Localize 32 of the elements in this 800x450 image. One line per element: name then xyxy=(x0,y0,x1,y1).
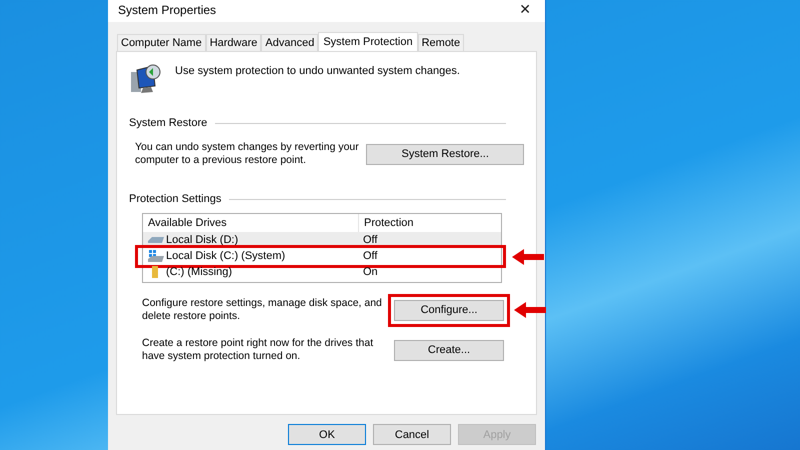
system-restore-button[interactable]: System Restore... xyxy=(366,144,524,164)
tab[interactable]: System Protection xyxy=(318,32,418,51)
drive-name: (C:) (Missing) xyxy=(166,266,232,278)
dialog-button[interactable]: Cancel xyxy=(373,424,451,445)
protection-status: Off xyxy=(362,250,378,262)
dialog-button[interactable]: OK xyxy=(288,424,366,445)
intro-text: Use system protection to undo unwanted system changes. xyxy=(175,65,460,77)
tab[interactable]: Hardware xyxy=(206,34,262,51)
arrow-icon xyxy=(512,249,544,265)
group-heading: Protection Settings xyxy=(129,193,222,205)
tab[interactable]: Computer Name xyxy=(117,34,206,51)
drive-name: Local Disk (C:) (System) xyxy=(166,250,286,262)
protection-status: Off xyxy=(362,234,378,246)
computer-shield-icon xyxy=(129,62,163,96)
tab[interactable]: Advanced xyxy=(261,34,318,51)
drive-icon xyxy=(148,235,164,245)
system-drive-icon xyxy=(148,250,164,262)
group-heading: System Restore xyxy=(129,117,208,129)
protection-status: On xyxy=(362,266,378,278)
drive-name: Local Disk (D:) xyxy=(166,234,238,246)
description-text: Configure restore settings, manage disk space, and delete restore points. xyxy=(142,297,383,323)
description-text: You can undo system changes by reverting your computer to a previous restore point. xyxy=(135,141,360,167)
window-title: System Properties xyxy=(118,3,216,17)
action-button[interactable]: Configure... xyxy=(394,300,504,320)
tab[interactable]: Remote xyxy=(418,34,464,51)
action-button[interactable]: Create... xyxy=(394,340,504,360)
close-button[interactable]: ✕ xyxy=(515,2,535,18)
arrow-icon xyxy=(514,302,546,318)
drive-row[interactable]: Local Disk (C:) (System) Off xyxy=(143,248,501,264)
column-header: Protection xyxy=(363,216,414,231)
description-text: Create a restore point right now for the drives that have system protection turned on. xyxy=(142,337,374,363)
drive-row[interactable]: (C:) (Missing) On xyxy=(143,264,501,280)
